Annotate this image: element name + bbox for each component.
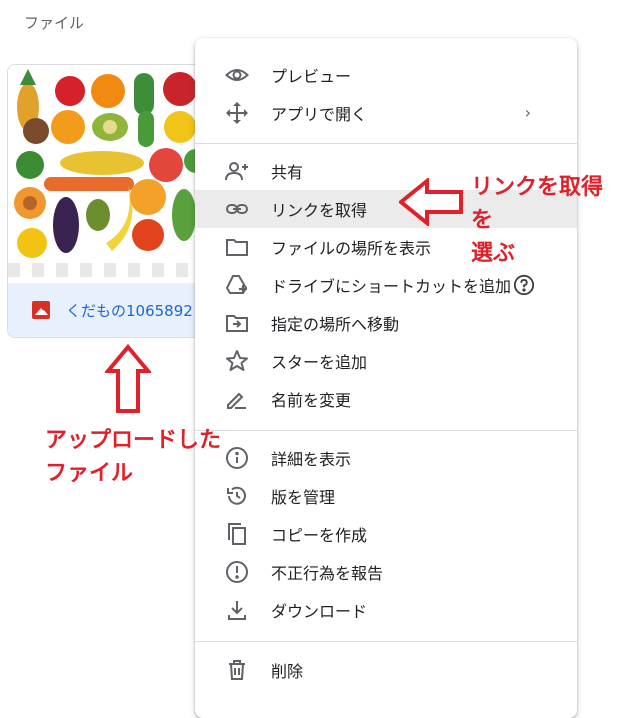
report-icon [225,560,249,584]
menu-item-make-copy[interactable]: コピーを作成 [195,515,577,553]
menu-item-label: 共有 [271,163,304,182]
info-icon [225,446,249,470]
file-card[interactable]: くだもの1065892 [7,64,209,338]
move-to-folder-icon [225,311,249,335]
thumbnail-transparency-strip [8,263,208,277]
menu-item-label: 版を管理 [271,488,336,507]
pencil-icon [225,387,249,411]
menu-item-label: ドライブにショートカットを追加 [271,277,512,296]
menu-item-download[interactable]: ダウンロード [195,591,577,629]
menu-item-label: アプリで開く [271,105,368,124]
menu-item-add-shortcut[interactable]: ドライブにショートカットを追加 [195,266,577,304]
annotation-line: リンクを取得を [471,175,604,233]
menu-item-label: リンクを取得 [271,201,368,220]
menu-item-label: 削除 [271,662,304,681]
copy-icon [225,522,249,546]
menu-item-label: プレビュー [271,67,352,86]
trash-icon [225,658,249,682]
menu-item-label: 詳細を表示 [271,450,352,469]
menu-item-remove[interactable]: 削除 [195,651,577,689]
section-label-files: ファイル [24,14,85,32]
question-circle-icon[interactable] [513,274,535,296]
menu-item-label: ファイルの場所を表示 [271,239,432,258]
context-menu: プレビュー アプリで開く › 共有 リンクを取得 ファイルの場所を表示 ドライブ… [195,38,577,718]
move-arrows-icon [225,101,249,125]
annotation-link-note: リンクを取得を 選ぶ [471,171,622,270]
person-add-icon [225,159,249,183]
annotation-line: アップロードした [45,428,222,453]
menu-item-label: 名前を変更 [271,391,352,410]
menu-item-add-star[interactable]: スターを追加 [195,342,577,380]
eye-icon [225,63,249,87]
menu-item-open-with[interactable]: アプリで開く › [195,94,577,132]
menu-item-rename[interactable]: 名前を変更 [195,380,577,418]
menu-item-label: スターを追加 [271,353,368,372]
menu-item-label: ダウンロード [271,602,368,621]
annotation-line: ファイル [45,461,134,486]
menu-item-manage-versions[interactable]: 版を管理 [195,477,577,515]
menu-item-label: 指定の場所へ移動 [271,315,400,334]
menu-divider [195,143,577,144]
file-name: くだもの1065892 [66,301,193,320]
menu-item-label: コピーを作成 [271,526,368,545]
annotation-line: 選ぶ [471,241,516,266]
annotation-arrow-left [399,178,463,226]
menu-item-label: 不正行為を報告 [271,564,384,583]
menu-item-report-abuse[interactable]: 不正行為を報告 [195,553,577,591]
download-icon [225,598,249,622]
image-icon [32,301,50,319]
chevron-right-icon: › [524,103,531,122]
history-icon [225,484,249,508]
menu-divider [195,641,577,642]
drive-add-icon [225,273,249,297]
annotation-arrow-up [105,344,151,413]
link-icon [225,197,249,221]
menu-item-preview[interactable]: プレビュー [195,56,577,94]
annotation-upload-note: アップロードした ファイル [45,424,221,490]
star-icon [225,349,249,373]
file-name-bar[interactable]: くだもの1065892 [8,283,208,337]
menu-item-move-to[interactable]: 指定の場所へ移動 [195,304,577,342]
folder-icon [225,235,249,259]
menu-divider [195,430,577,431]
menu-item-view-details[interactable]: 詳細を表示 [195,439,577,477]
file-thumbnail [8,65,208,283]
